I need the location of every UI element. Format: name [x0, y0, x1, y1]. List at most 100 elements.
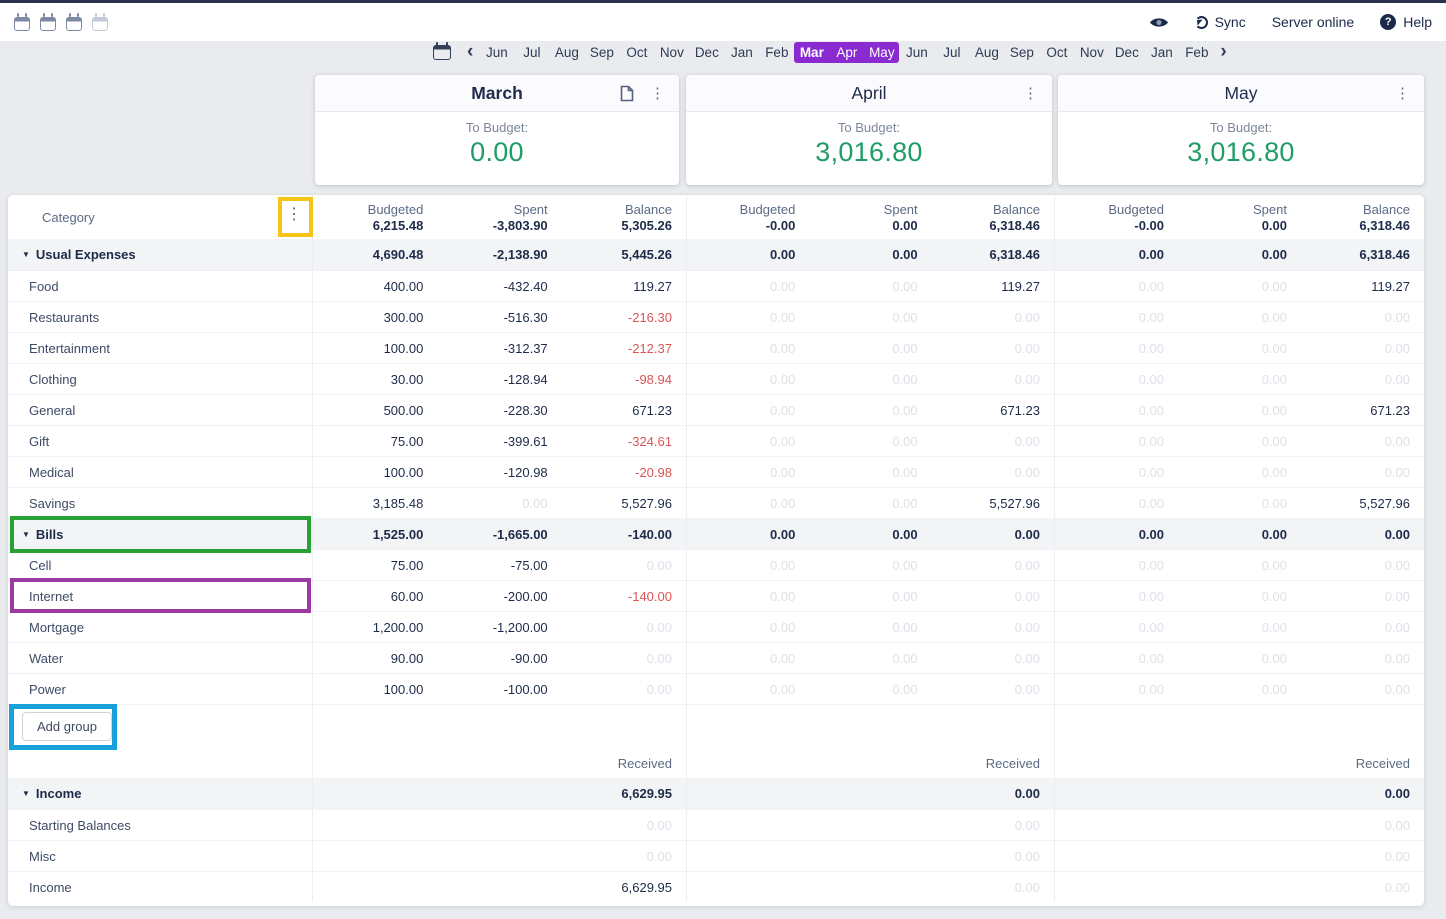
balance-cell[interactable]: 5,527.96	[562, 496, 686, 511]
spent-cell[interactable]: 0.00	[1178, 589, 1301, 604]
spent-cell[interactable]: 0.00	[809, 620, 931, 635]
spent-cell[interactable]: -432.40	[437, 279, 561, 294]
four-month-view-icon[interactable]	[92, 17, 108, 31]
budgeted-cell[interactable]: 0.00	[687, 558, 809, 573]
spent-cell[interactable]: -128.94	[437, 372, 561, 387]
budgeted-cell[interactable]: 0.00	[1055, 589, 1178, 604]
collapse-triangle-icon[interactable]: ▼	[22, 530, 30, 539]
nav-month-nov[interactable]: Nov	[654, 42, 689, 63]
category-label[interactable]: Entertainment	[8, 341, 110, 356]
category-label[interactable]: Misc	[8, 849, 56, 864]
spent-cell[interactable]: 0.00	[1178, 558, 1301, 573]
balance-cell[interactable]: 0.00	[932, 558, 1054, 573]
privacy-eye-button[interactable]	[1149, 16, 1169, 29]
nav-month-dec[interactable]: Dec	[689, 42, 724, 63]
spent-cell[interactable]: 0.00	[809, 589, 931, 604]
nav-month-jun[interactable]: Jun	[479, 42, 514, 63]
nav-month-jan[interactable]: Jan	[1144, 42, 1179, 63]
three-month-view-icon[interactable]	[66, 17, 82, 31]
budgeted-cell[interactable]: 0.00	[1055, 403, 1178, 418]
chevron-left-icon[interactable]: ‹	[467, 42, 473, 61]
group-label[interactable]: Income	[36, 786, 82, 801]
category-label[interactable]: Internet	[8, 589, 73, 604]
budgeted-cell[interactable]: 0.00	[687, 651, 809, 666]
balance-cell[interactable]: -324.61	[562, 434, 686, 449]
spent-cell[interactable]: 0.00	[809, 465, 931, 480]
balance-cell[interactable]: 0.00	[562, 651, 686, 666]
budgeted-cell[interactable]: 0.00	[1055, 465, 1178, 480]
spent-cell[interactable]: 0.00	[1178, 310, 1301, 325]
nav-month-sep[interactable]: Sep	[584, 42, 619, 63]
spent-cell[interactable]: 0.00	[437, 496, 561, 511]
budgeted-cell[interactable]: 0.00	[687, 682, 809, 697]
category-label[interactable]: Water	[8, 651, 63, 666]
spent-cell[interactable]: -200.00	[437, 589, 561, 604]
budgeted-cell[interactable]: 100.00	[313, 341, 437, 356]
collapse-triangle-icon[interactable]: ▼	[22, 250, 30, 259]
balance-cell[interactable]: 0.00	[562, 620, 686, 635]
balance-cell[interactable]: -216.30	[562, 310, 686, 325]
balance-cell[interactable]: 0.00	[562, 558, 686, 573]
spent-cell[interactable]: 0.00	[809, 558, 931, 573]
month-menu-icon[interactable]: ⋮	[650, 86, 665, 101]
nav-month-jul[interactable]: Jul	[934, 42, 969, 63]
nav-month-aug[interactable]: Aug	[969, 42, 1004, 63]
budgeted-cell[interactable]: 0.00	[687, 434, 809, 449]
balance-cell[interactable]: 0.00	[1301, 310, 1424, 325]
balance-cell[interactable]: 0.00	[1301, 372, 1424, 387]
category-label[interactable]: Clothing	[8, 372, 77, 387]
spent-cell[interactable]: 0.00	[809, 403, 931, 418]
balance-cell[interactable]: 0.00	[1301, 682, 1424, 697]
budgeted-cell[interactable]: 0.00	[1055, 496, 1178, 511]
nav-month-nov[interactable]: Nov	[1074, 42, 1109, 63]
budgeted-cell[interactable]: 60.00	[313, 589, 437, 604]
nav-month-feb[interactable]: Feb	[759, 42, 794, 63]
nav-month-jul[interactable]: Jul	[514, 42, 549, 63]
budgeted-cell[interactable]: 0.00	[1055, 682, 1178, 697]
budgeted-cell[interactable]: 0.00	[687, 279, 809, 294]
spent-cell[interactable]: 0.00	[809, 434, 931, 449]
category-label[interactable]: Income	[8, 880, 72, 895]
help-button[interactable]: ? Help	[1380, 14, 1432, 30]
nav-month-apr[interactable]: Apr	[829, 42, 864, 63]
budgeted-cell[interactable]: 0.00	[1055, 279, 1178, 294]
balance-cell[interactable]: 0.00	[932, 465, 1054, 480]
spent-cell[interactable]: 0.00	[1178, 372, 1301, 387]
nav-month-jan[interactable]: Jan	[724, 42, 759, 63]
month-menu-icon[interactable]: ⋮	[1023, 86, 1038, 101]
nav-month-aug[interactable]: Aug	[549, 42, 584, 63]
spent-cell[interactable]: -399.61	[437, 434, 561, 449]
category-label[interactable]: Mortgage	[8, 620, 84, 635]
received-cell[interactable]: 6,629.95	[313, 880, 686, 895]
spent-cell[interactable]: 0.00	[1178, 279, 1301, 294]
balance-cell[interactable]: 0.00	[1301, 589, 1424, 604]
spent-cell[interactable]: 0.00	[809, 496, 931, 511]
balance-cell[interactable]: -140.00	[562, 589, 686, 604]
spent-cell[interactable]: 0.00	[1178, 496, 1301, 511]
budgeted-cell[interactable]: 400.00	[313, 279, 437, 294]
balance-cell[interactable]: 0.00	[932, 372, 1054, 387]
budgeted-cell[interactable]: 0.00	[687, 620, 809, 635]
budgeted-cell[interactable]: 0.00	[687, 496, 809, 511]
received-cell[interactable]: 0.00	[1055, 818, 1424, 833]
budgeted-cell[interactable]: 0.00	[1055, 434, 1178, 449]
budgeted-cell[interactable]: 3,185.48	[313, 496, 437, 511]
spent-cell[interactable]: -90.00	[437, 651, 561, 666]
category-label[interactable]: Medical	[8, 465, 74, 480]
spent-cell[interactable]: -100.00	[437, 682, 561, 697]
spent-cell[interactable]: 0.00	[1178, 620, 1301, 635]
month-menu-icon[interactable]: ⋮	[1395, 86, 1410, 101]
spent-cell[interactable]: 0.00	[809, 279, 931, 294]
category-menu-icon[interactable]: ⋮	[286, 207, 302, 223]
balance-cell[interactable]: 0.00	[932, 341, 1054, 356]
budgeted-cell[interactable]: 0.00	[687, 589, 809, 604]
category-label[interactable]: Gift	[8, 434, 49, 449]
spent-cell[interactable]: 0.00	[809, 310, 931, 325]
budgeted-cell[interactable]: 0.00	[1055, 310, 1178, 325]
balance-cell[interactable]: 5,527.96	[1301, 496, 1424, 511]
category-label[interactable]: Food	[8, 279, 59, 294]
budgeted-cell[interactable]: 100.00	[313, 682, 437, 697]
received-cell[interactable]: 0.00	[1055, 849, 1424, 864]
chevron-right-icon[interactable]: ›	[1220, 42, 1226, 61]
budgeted-cell[interactable]: 30.00	[313, 372, 437, 387]
